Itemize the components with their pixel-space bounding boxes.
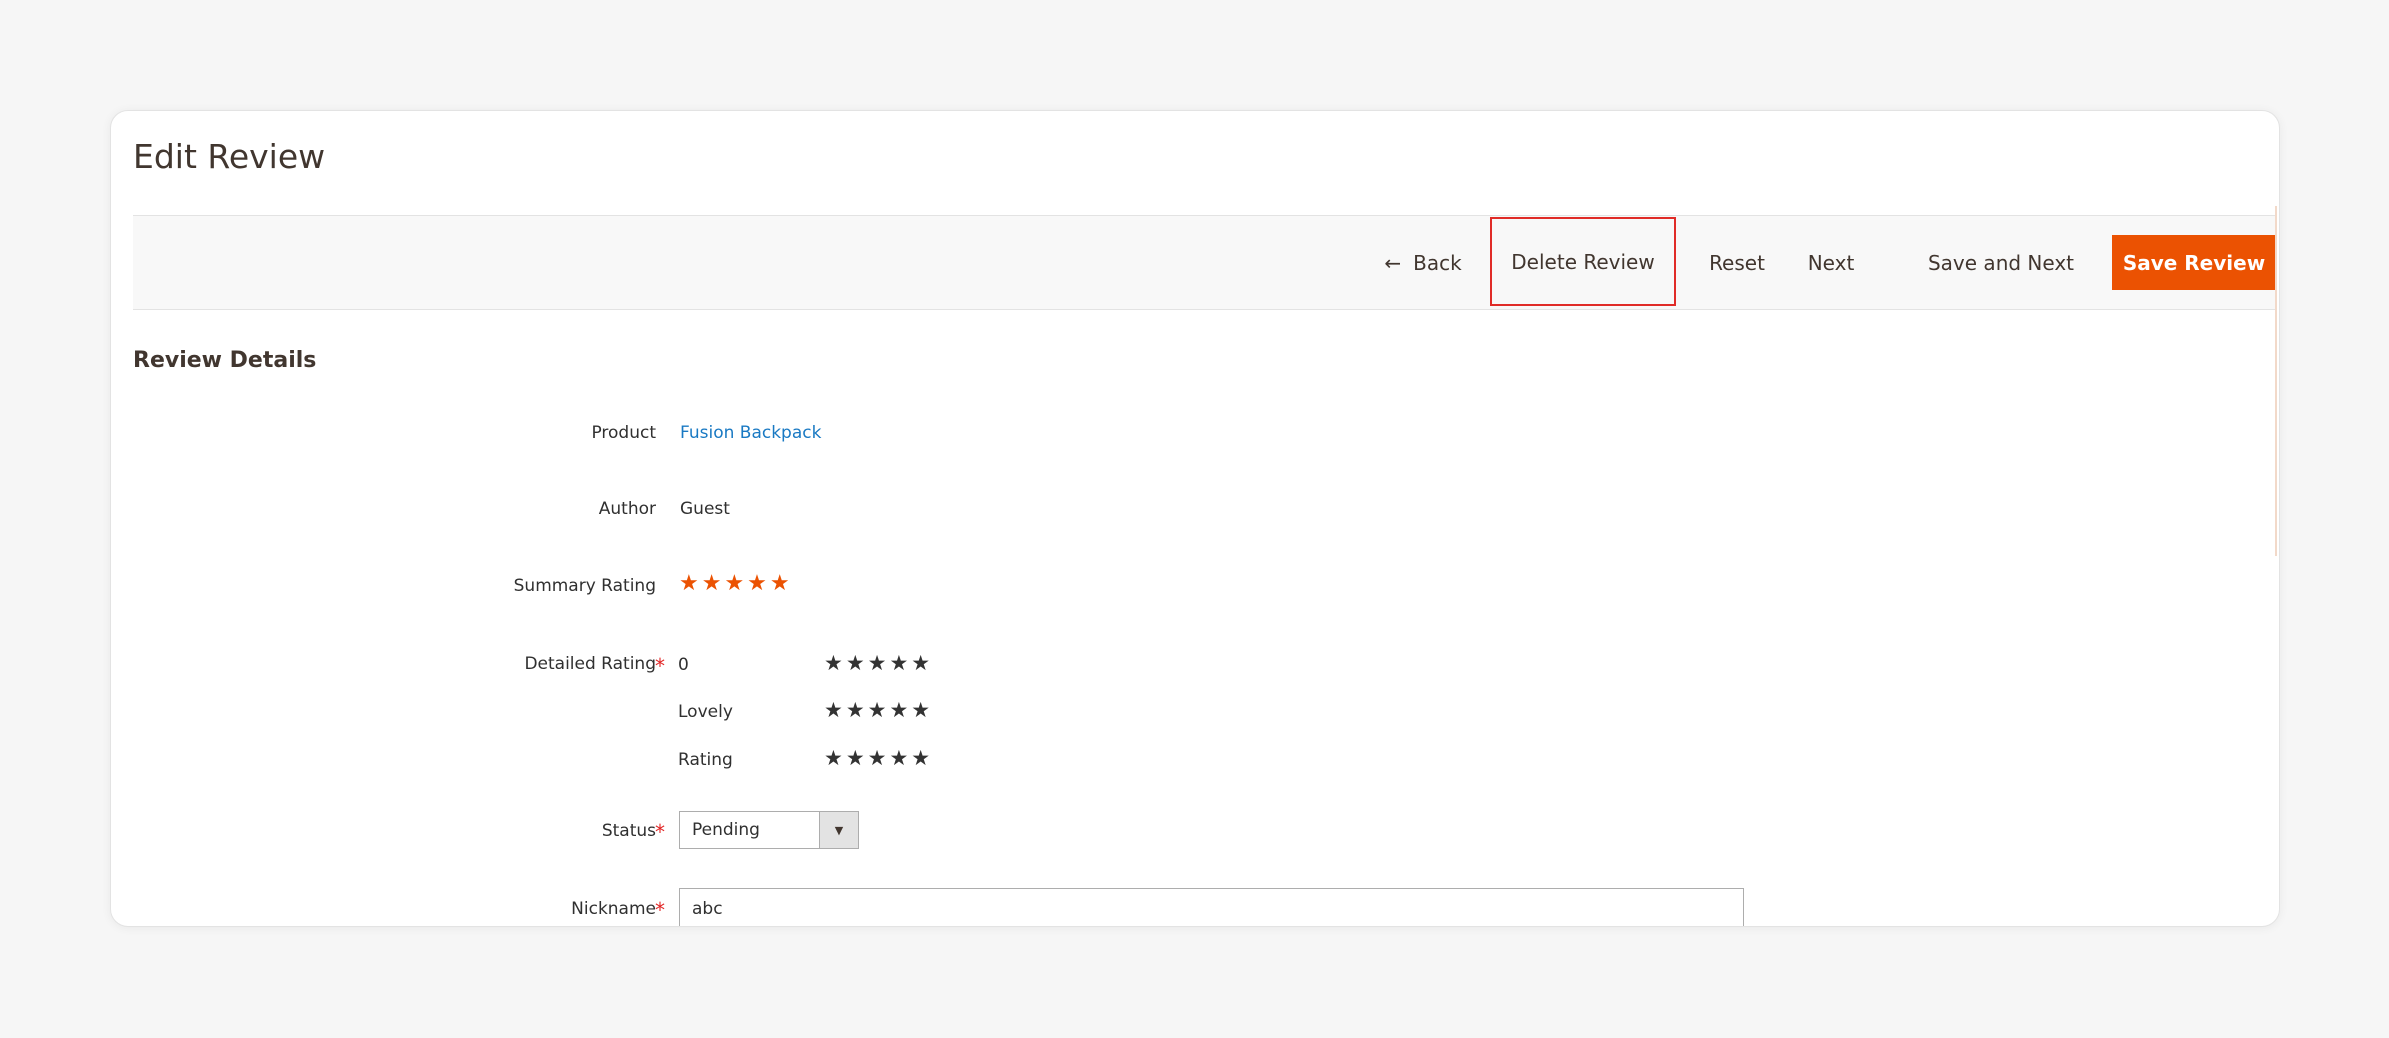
rating-stars[interactable]: ★★★★★ (824, 651, 933, 675)
status-select-value: Pending (692, 820, 760, 840)
rating-name: Lovely (678, 702, 733, 722)
summary-rating-label: Summary Rating (513, 576, 656, 596)
author-label: Author (598, 499, 656, 519)
edge-divider (2275, 206, 2277, 556)
delete-review-button[interactable]: Delete Review (1490, 217, 1676, 306)
back-button[interactable]: ← Back (1377, 216, 1469, 309)
reset-button[interactable]: Reset (1706, 216, 1768, 309)
rating-name: Rating (678, 750, 733, 770)
status-select[interactable]: Pending ▼ (679, 811, 859, 849)
author-value: Guest (680, 499, 730, 519)
next-button[interactable]: Next (1805, 216, 1857, 309)
nickname-label: Nickname (571, 899, 656, 919)
product-label: Product (591, 423, 656, 443)
arrow-left-icon: ← (1384, 250, 1402, 275)
detailed-rating-label: Detailed Rating (524, 654, 656, 674)
product-link[interactable]: Fusion Backpack (680, 423, 821, 443)
status-label: Status (601, 821, 656, 841)
required-marker: * (655, 654, 665, 678)
required-marker: * (655, 898, 665, 922)
page-actions-toolbar: ← Back Delete Review Reset Next Save and… (133, 215, 2276, 310)
section-title: Review Details (133, 348, 317, 373)
nickname-input[interactable]: abc (679, 888, 1744, 926)
summary-rating-stars: ★★★★★ (679, 571, 793, 596)
save-and-next-button[interactable]: Save and Next (1928, 216, 2074, 309)
chevron-down-icon[interactable]: ▼ (819, 812, 858, 848)
edit-review-panel: Edit Review ← Back Delete Review Reset N… (110, 110, 2280, 927)
page-title: Edit Review (133, 137, 326, 176)
rating-name: 0 (678, 655, 689, 675)
save-review-button[interactable]: Save Review (2112, 235, 2276, 290)
back-button-label: Back (1413, 250, 1462, 275)
rating-stars[interactable]: ★★★★★ (824, 746, 933, 770)
rating-stars[interactable]: ★★★★★ (824, 698, 933, 722)
required-marker: * (655, 820, 665, 844)
